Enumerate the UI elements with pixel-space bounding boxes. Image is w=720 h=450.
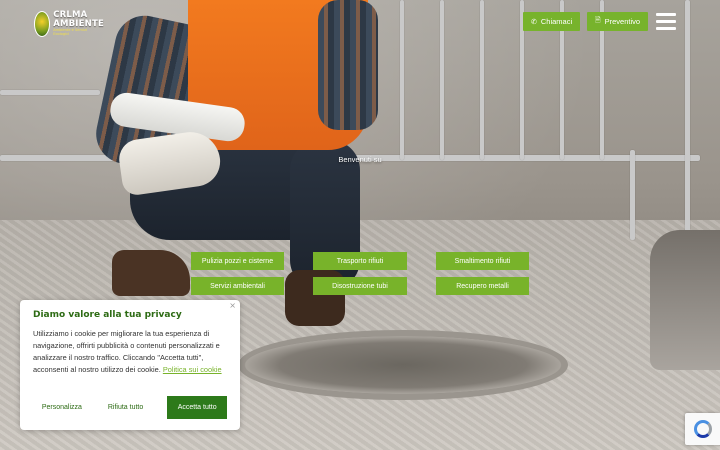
manhole xyxy=(238,330,568,400)
logo-name-line2: AMBIENTE xyxy=(53,18,104,29)
accept-all-button[interactable]: Accetta tutto xyxy=(167,396,227,419)
rubble xyxy=(650,230,720,370)
cookie-body: Utilizziamo i cookie per migliorare la t… xyxy=(33,328,227,376)
reject-all-button[interactable]: Rifiuta tutto xyxy=(95,396,157,419)
service-button[interactable]: Trasporto rifiuti xyxy=(313,252,407,270)
service-button[interactable]: Disostruzione tubi xyxy=(313,277,407,295)
fence-post xyxy=(440,0,444,160)
customize-button[interactable]: Personalizza xyxy=(33,396,91,419)
work-boot xyxy=(112,250,190,296)
logo-emblem-icon xyxy=(34,11,51,37)
recaptcha-badge[interactable] xyxy=(685,413,720,445)
quote-button-label: Preventivo xyxy=(604,17,641,26)
service-button[interactable]: Smaltimento rifiuti xyxy=(436,252,529,270)
close-icon[interactable]: × xyxy=(229,301,236,310)
cookie-consent-dialog: × Diamo valore alla tua privacy Utilizzi… xyxy=(20,300,240,430)
cookie-title: Diamo valore alla tua privacy xyxy=(33,310,182,320)
fence-post xyxy=(685,0,690,240)
document-icon: 🗎 xyxy=(595,17,601,24)
quote-button[interactable]: 🗎 Preventivo xyxy=(587,12,648,31)
fence-post xyxy=(400,0,404,160)
site-logo[interactable]: CRLMA AMBIENTE Ambiente e Servizi Ecolog… xyxy=(34,9,104,39)
worker-arm xyxy=(318,0,378,130)
call-button[interactable]: ✆ Chiamaci xyxy=(523,12,580,31)
phone-icon: ✆ xyxy=(531,18,537,26)
service-button[interactable]: Servizi ambientali xyxy=(191,277,284,295)
service-button[interactable]: Recupero metalli xyxy=(436,277,529,295)
service-button[interactable]: Pulizia pozzi e cisterne xyxy=(191,252,284,270)
cookie-policy-link[interactable]: Politica sui cookie xyxy=(163,365,222,374)
fence-rail xyxy=(0,90,100,95)
call-button-label: Chiamaci xyxy=(540,17,573,26)
recaptcha-icon xyxy=(693,420,712,438)
hero-welcome-text: Benvenuti su xyxy=(338,155,382,164)
cookie-actions: Personalizza Rifiuta tutto Accetta tutto xyxy=(33,396,227,419)
hamburger-menu-icon[interactable] xyxy=(656,13,676,30)
logo-tagline: Ambiente e Servizi Ecologici xyxy=(53,28,88,36)
fence-post xyxy=(480,0,484,160)
